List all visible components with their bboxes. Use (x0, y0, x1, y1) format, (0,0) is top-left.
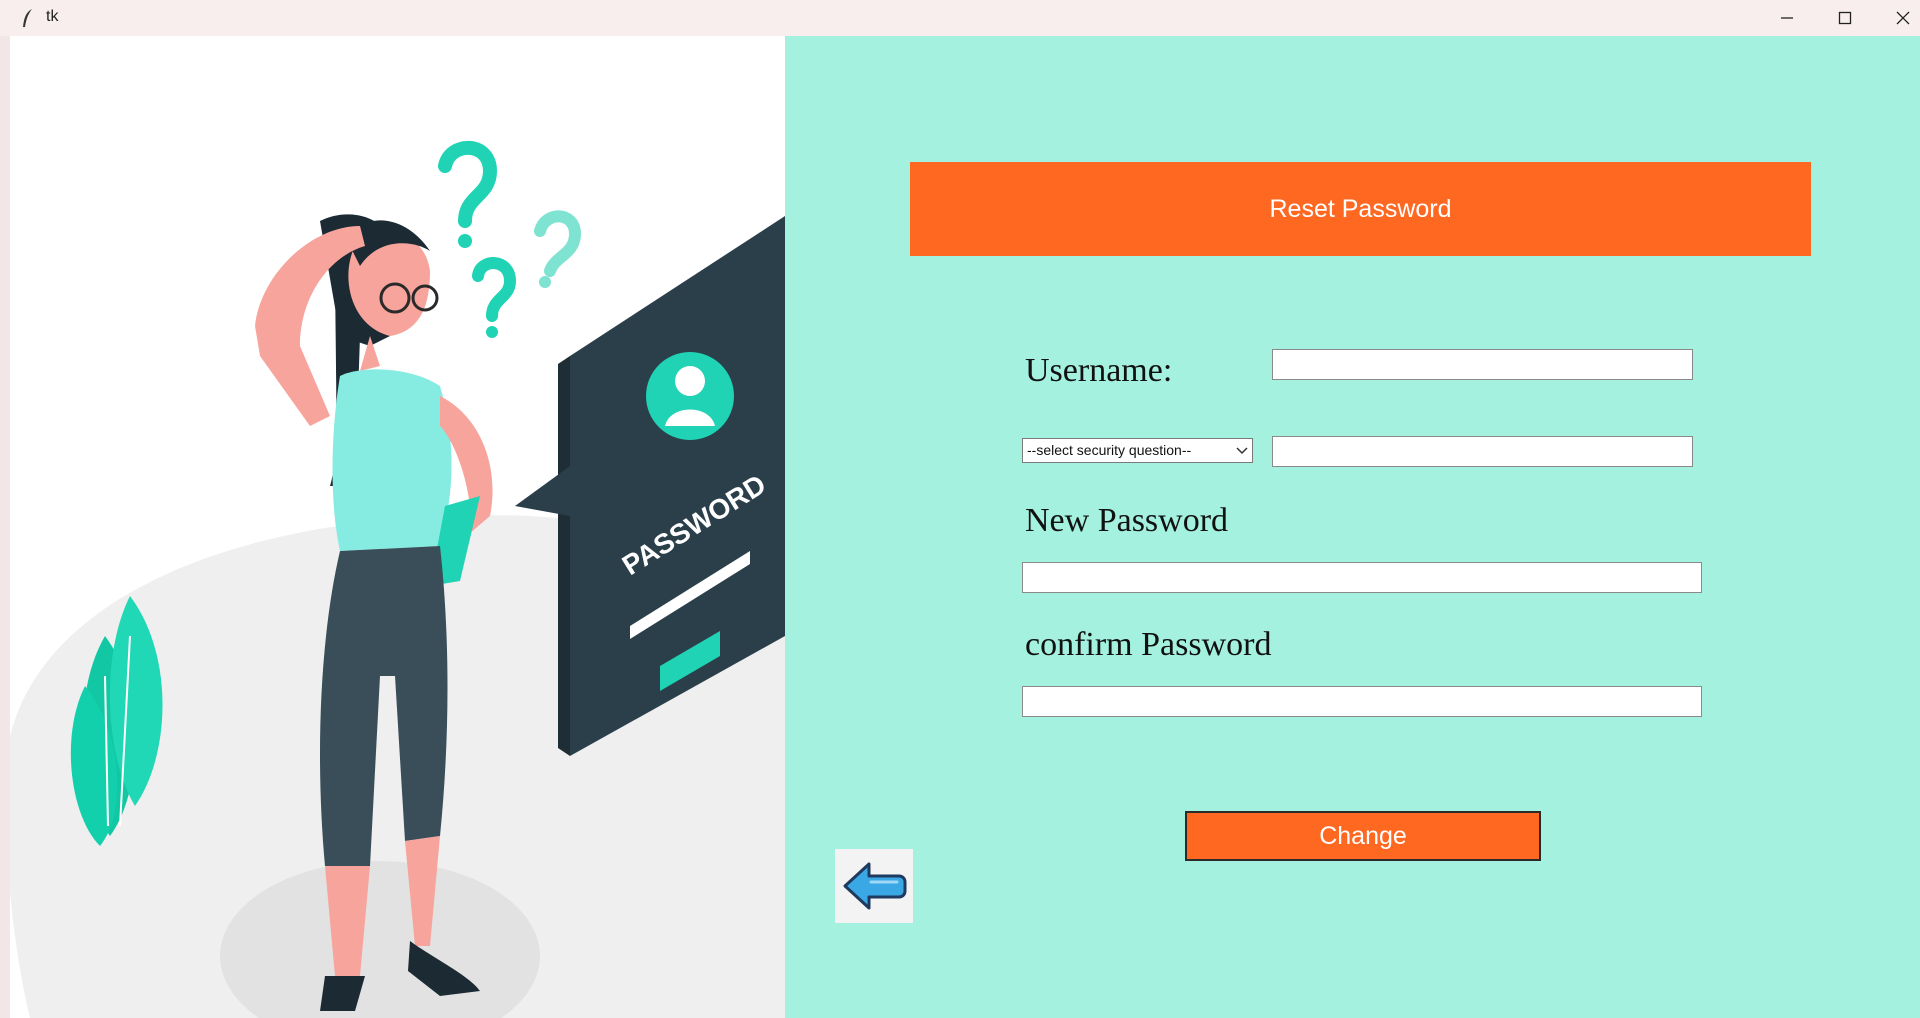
username-label: Username: (1025, 352, 1173, 389)
question-marks (438, 140, 582, 338)
new-password-label: New Password (1025, 502, 1229, 539)
new-password-input[interactable] (1022, 562, 1702, 593)
change-button[interactable]: Change (1185, 811, 1541, 861)
window-title: tk (46, 8, 59, 25)
maximize-icon (1838, 11, 1852, 25)
minimize-button[interactable] (1758, 0, 1816, 36)
username-input[interactable] (1272, 349, 1693, 380)
security-answer-input[interactable] (1272, 436, 1693, 467)
feather-icon (23, 9, 32, 27)
maximize-button[interactable] (1816, 0, 1874, 36)
close-button[interactable] (1874, 0, 1920, 36)
security-question-select[interactable]: --select security question-- (1022, 438, 1253, 463)
confirm-password-input[interactable] (1022, 686, 1702, 717)
close-icon (1896, 11, 1910, 25)
title-bar: tk (0, 0, 1920, 36)
forgot-password-illustration: PASSWORD (10, 140, 785, 1018)
confirm-password-label: confirm Password (1025, 626, 1272, 663)
chevron-down-icon (1236, 447, 1248, 455)
illustration-panel: PASSWORD (10, 36, 785, 1018)
reset-password-panel: Reset Password Username: --select securi… (785, 36, 1920, 1018)
window-left-edge (0, 36, 10, 1018)
page-title: Reset Password (910, 162, 1811, 256)
minimize-icon (1781, 17, 1793, 19)
security-question-selected: --select security question-- (1027, 442, 1192, 458)
back-arrow-icon (843, 862, 907, 910)
back-button[interactable] (835, 849, 913, 923)
